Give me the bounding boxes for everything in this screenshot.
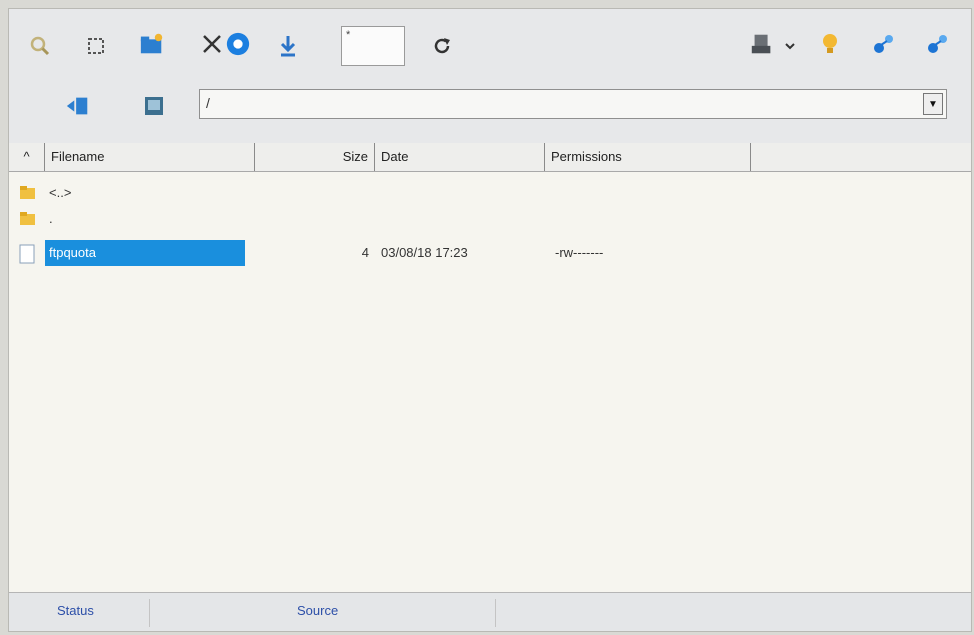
- chevron-down-icon[interactable]: ▼: [923, 93, 943, 115]
- size-column-header[interactable]: Size: [255, 143, 375, 171]
- folder-icon[interactable]: [141, 93, 167, 119]
- list-item[interactable]: .: [9, 206, 971, 232]
- ftp-window: * / ▼ ^ Filename Size Date Permissions <…: [8, 8, 972, 632]
- transfer-icon-2[interactable]: [925, 31, 951, 57]
- date-column-header[interactable]: Date: [375, 143, 545, 171]
- connect-icon[interactable]: [225, 31, 251, 57]
- list-item-name: .: [49, 211, 53, 226]
- chevron-down-icon[interactable]: [777, 33, 803, 59]
- number-input[interactable]: *: [341, 26, 405, 66]
- list-item-name: <..>: [49, 185, 72, 200]
- refresh-icon[interactable]: [429, 33, 455, 59]
- path-value: /: [206, 95, 210, 111]
- list-item-date: 03/08/18 17:23: [381, 245, 468, 260]
- new-folder-icon[interactable]: [139, 31, 165, 57]
- delete-icon[interactable]: [199, 31, 225, 57]
- status-divider: [495, 599, 496, 627]
- source-tab[interactable]: Source: [297, 603, 338, 618]
- server-icon[interactable]: [749, 31, 775, 57]
- status-tab[interactable]: Status: [57, 603, 94, 618]
- list-item-size: 4: [361, 245, 369, 260]
- file-list: <..> . ftpquota 4 03/08/18 17:23 -rw----…: [9, 172, 971, 592]
- bulb-icon[interactable]: [817, 31, 843, 57]
- transfer-icon[interactable]: [871, 31, 897, 57]
- permissions-column-header[interactable]: Permissions: [545, 143, 751, 171]
- back-icon[interactable]: [65, 93, 91, 119]
- file-icon: [19, 244, 35, 267]
- path-dropdown[interactable]: / ▼: [199, 89, 947, 119]
- toolbar: * / ▼: [9, 9, 971, 144]
- list-item[interactable]: <..>: [9, 180, 971, 206]
- list-item[interactable]: ftpquota 4 03/08/18 17:23 -rw-------: [9, 240, 971, 266]
- status-bar: Status Source: [9, 592, 971, 631]
- folder-icon: [19, 210, 37, 229]
- status-divider: [149, 599, 150, 627]
- download-icon[interactable]: [275, 33, 301, 59]
- list-item-name: ftpquota: [45, 240, 245, 266]
- file-list-header: ^ Filename Size Date Permissions: [9, 143, 971, 172]
- select-icon[interactable]: [83, 33, 109, 59]
- search-icon[interactable]: [27, 33, 53, 59]
- folder-icon: [19, 184, 37, 203]
- sort-column-header[interactable]: ^: [9, 143, 45, 171]
- filename-column-header[interactable]: Filename: [45, 143, 255, 171]
- list-item-permissions: -rw-------: [555, 245, 604, 260]
